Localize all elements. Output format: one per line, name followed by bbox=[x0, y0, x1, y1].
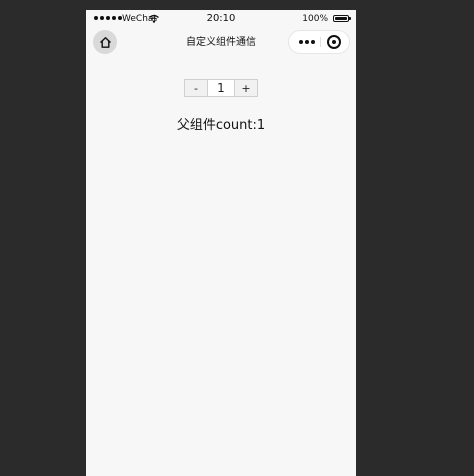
parent-count-value: 1 bbox=[256, 118, 266, 133]
close-icon bbox=[332, 40, 336, 44]
status-bar: WeChat 20:10 100% bbox=[86, 10, 356, 30]
more-button[interactable] bbox=[296, 31, 318, 53]
counter-value[interactable]: 1 bbox=[208, 80, 234, 96]
counter-component: - 1 + bbox=[184, 79, 258, 97]
battery-percent: 100% bbox=[302, 14, 328, 24]
phone-screen: WeChat 20:10 100% 自定义组件通信 - 1 + 父组件count… bbox=[86, 10, 356, 476]
battery-fill bbox=[335, 17, 347, 20]
battery-icon bbox=[333, 15, 351, 22]
increment-button[interactable]: + bbox=[234, 80, 257, 96]
capsule-divider bbox=[320, 37, 321, 47]
parent-count-label: 父组件count: bbox=[176, 118, 257, 133]
close-button[interactable] bbox=[327, 35, 341, 49]
parent-count-text: 父组件count:1 bbox=[86, 118, 356, 134]
navigation-bar: 自定义组件通信 bbox=[86, 30, 356, 56]
more-icon bbox=[299, 40, 303, 44]
decrement-button[interactable]: - bbox=[185, 80, 208, 96]
menu-capsule bbox=[288, 30, 350, 54]
